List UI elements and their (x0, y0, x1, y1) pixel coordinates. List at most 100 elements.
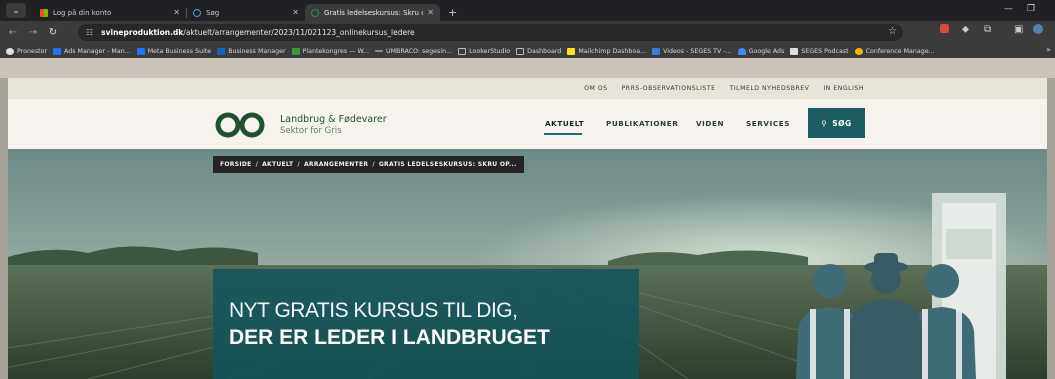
breadcrumb-aktuelt[interactable]: AKTUELT (262, 161, 293, 168)
breadcrumb-current: GRATIS LEDELSESKURSUS: SKRU OP... (378, 161, 517, 168)
page-edge-left (0, 78, 8, 379)
page-edge-right (1047, 78, 1055, 379)
microsoft-icon (40, 8, 48, 17)
search-button[interactable]: ⚲ SØG (808, 108, 865, 138)
search-icon: ⚲ (821, 118, 828, 128)
conference-icon (854, 47, 863, 55)
restore-icon[interactable]: ❐ (1027, 4, 1035, 14)
bookmark-item[interactable]: Google Ads (737, 47, 785, 55)
nav-services[interactable]: SERVICES (746, 119, 790, 128)
bookmarks-bar: Pronestor Ads Manager - Man... Meta Busi… (0, 44, 1055, 58)
breadcrumb: FORSIDE / AKTUELT / ARRANGEMENTER / GRAT… (213, 156, 524, 173)
bookmark-item[interactable]: Mailchimp Dashboa... (567, 47, 647, 55)
bookmark-item[interactable]: UMBRACO: segesin... (374, 47, 453, 55)
bookmark-label: Dashboard (527, 47, 562, 55)
tab-active-course[interactable]: Gratis ledelseskursus: Skru op f… ✕ (305, 4, 440, 21)
nav-publikationer[interactable]: PUBLIKATIONER (606, 119, 678, 128)
bookmark-item[interactable]: Meta Business Suite (136, 47, 212, 55)
bookmark-item[interactable]: Ads Manager - Man... (53, 47, 131, 55)
bookmark-label: Mailchimp Dashboa... (578, 47, 647, 55)
breadcrumb-separator: / (255, 161, 259, 168)
tab-strip: ⌄ Log på din konto ✕ Søg ✕ Gratis ledels… (0, 0, 1055, 21)
page-top-background (0, 58, 1055, 78)
utility-link-newsletter[interactable]: TILMELD NYHEDSBREV (730, 85, 810, 92)
brand-name: Landbrug & Fødevarer Sektor for Gris (280, 114, 387, 136)
bookmark-label: Pronestor (17, 47, 48, 55)
close-tab-icon[interactable]: ✕ (427, 8, 434, 17)
search-favicon-icon (193, 8, 201, 17)
bookmark-label: Business Manager (228, 47, 286, 55)
url-path: /aktuelt/arrangementer/2023/11/021123_on… (183, 28, 415, 37)
url-text: svineproduktion.dk/aktuelt/arrangementer… (101, 28, 414, 37)
hero-headline-line-2: DER ER LEDER I LANDBRUGET (229, 326, 550, 349)
bookmark-item[interactable]: Plantekongres — W... (291, 47, 369, 55)
utility-bar: OM OS PRRS-OBSERVATIONSLISTE TILMELD NYH… (8, 78, 1047, 99)
bookmark-star-icon[interactable]: ☆ (888, 26, 897, 37)
breadcrumb-arrangementer[interactable]: ARRANGEMENTER (304, 161, 368, 168)
search-label: SØG (832, 118, 852, 128)
hero-banner: FORSIDE / AKTUELT / ARRANGEMENTER / GRAT… (8, 149, 1047, 379)
linkedin-icon (217, 47, 226, 55)
video-icon (652, 47, 661, 55)
landbrug-logo[interactable] (215, 111, 265, 139)
bookmark-label: SEGES Podcast (801, 47, 849, 55)
tab-log-in[interactable]: Log på din konto ✕ (34, 4, 186, 21)
tab-title: Log på din konto (53, 8, 112, 17)
hero-headline-line-1: NYT GRATIS KURSUS TIL DIG, (229, 299, 518, 322)
bookmark-label: Meta Business Suite (147, 47, 212, 55)
breadcrumb-separator: / (297, 161, 300, 168)
reload-icon[interactable]: ↻ (46, 27, 60, 38)
mailchimp-icon (567, 47, 576, 55)
hero-text-box: NYT GRATIS KURSUS TIL DIG, DER ER LEDER … (213, 269, 639, 379)
extension-icon[interactable] (940, 24, 949, 36)
bookmark-item[interactable]: Business Manager (217, 47, 286, 55)
more-bookmarks-icon[interactable]: » (1046, 45, 1051, 54)
tab-title: Søg (206, 8, 220, 17)
brand-line-1: Landbrug & Fødevarer (280, 114, 387, 125)
bookmark-favicon-icon (6, 47, 14, 55)
google-ads-icon (737, 47, 746, 55)
extensions-puzzle-icon[interactable]: ⧉ (984, 24, 991, 35)
bookmark-label: Google Ads (748, 47, 785, 55)
bookmark-label: LookerStudio (469, 47, 511, 55)
bookmark-item[interactable]: Pronestor (6, 47, 48, 55)
site-favicon-icon (311, 8, 319, 17)
forward-icon[interactable]: → (26, 27, 40, 38)
utility-link-prrs[interactable]: PRRS-OBSERVATIONSLISTE (622, 85, 716, 92)
site-info-icon[interactable]: ☷ (86, 28, 93, 37)
bookmark-item[interactable]: Conference Manage... (854, 47, 935, 55)
podcast-icon (790, 47, 799, 55)
close-tab-icon[interactable]: ✕ (292, 8, 299, 17)
side-panel-icon[interactable]: ▣ (1014, 24, 1023, 35)
nav-aktuelt[interactable]: AKTUELT (545, 119, 584, 128)
bookmark-label: Ads Manager - Man... (64, 47, 131, 55)
tab-search[interactable]: Søg ✕ (187, 4, 305, 21)
site-header: Landbrug & Fødevarer Sektor for Gris AKT… (8, 99, 1047, 149)
profile-avatar-icon[interactable] (1033, 24, 1043, 37)
bookmark-favicon-icon (374, 50, 383, 52)
address-bar[interactable]: ☷ svineproduktion.dk/aktuelt/arrangement… (78, 24, 903, 41)
minimize-icon[interactable]: — (1004, 4, 1013, 14)
utility-link-english[interactable]: IN ENGLISH (823, 85, 864, 92)
brand-line-2: Sektor for Gris (280, 126, 342, 136)
close-tab-icon[interactable]: ✕ (173, 8, 180, 17)
bookmark-label: Videos - SEGES TV -... (663, 47, 732, 55)
nav-active-indicator (544, 133, 582, 135)
bookmark-item[interactable]: Dashboard (516, 47, 562, 55)
bookmark-label: UMBRACO: segesin... (385, 47, 453, 55)
nav-viden[interactable]: VIDEN (696, 119, 724, 128)
meta-icon (136, 47, 145, 55)
back-icon[interactable]: ← (6, 27, 20, 38)
breadcrumb-forside[interactable]: FORSIDE (220, 161, 252, 168)
tab-search-menu-button[interactable]: ⌄ (6, 3, 26, 18)
bookmark-label: Plantekongres — W... (302, 47, 369, 55)
bookmark-item[interactable]: Videos - SEGES TV -... (652, 47, 732, 55)
new-tab-icon[interactable]: + (448, 6, 457, 19)
bookmark-item[interactable]: SEGES Podcast (790, 47, 849, 55)
bookmark-label: Conference Manage... (865, 47, 935, 55)
folder-icon (458, 47, 467, 55)
utility-link-om-os[interactable]: OM OS (584, 85, 607, 92)
extension-icon[interactable]: ⬥ (962, 24, 969, 35)
bookmark-favicon-icon (291, 47, 300, 55)
bookmark-item[interactable]: LookerStudio (458, 47, 511, 55)
